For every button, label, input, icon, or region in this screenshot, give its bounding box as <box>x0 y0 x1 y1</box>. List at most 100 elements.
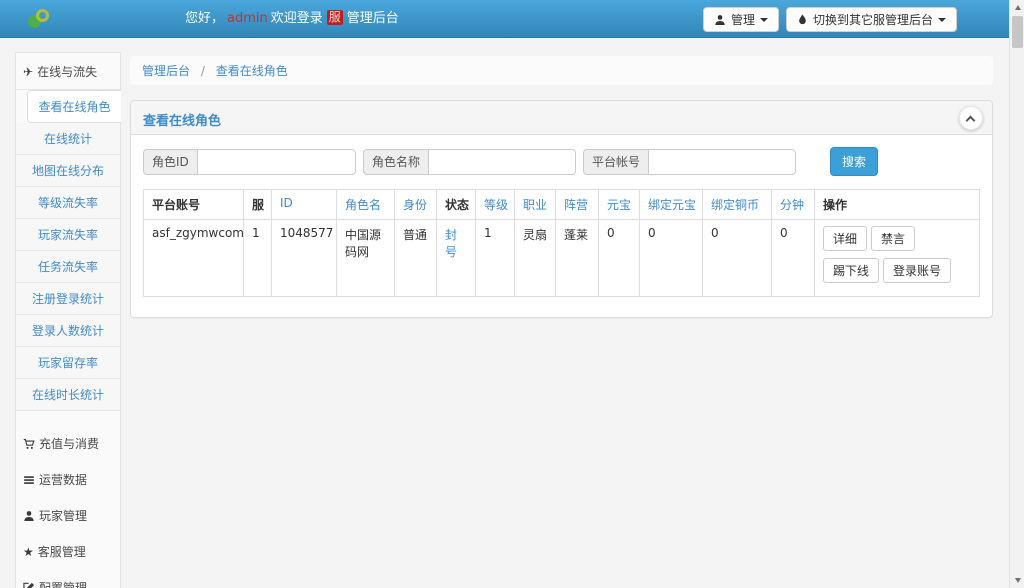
breadcrumb-root-link[interactable]: 管理后台 <box>142 64 190 78</box>
platform-account-input[interactable] <box>648 149 796 175</box>
sidebar: ✈ 在线与流失 查看在线角色 在线统计 地图在线分布 等级流失率 玩家流失率 任… <box>15 52 121 588</box>
cell-minutes: 0 <box>772 220 815 297</box>
panel-title: 查看在线角色 <box>143 114 221 129</box>
sidebar-section-operation-data[interactable]: 运营数据 <box>16 461 120 497</box>
online-roles-panel: 查看在线角色 角色ID 角色名称 平台帐号 <box>130 100 993 318</box>
panel-heading: 查看在线角色 <box>131 101 992 135</box>
online-roles-table: 平台账号 服 ID 角色名 身份 状态 等级 职业 阵营 元宝 绑定元宝 绑定铜… <box>143 189 980 297</box>
triangle-down-icon <box>1015 578 1021 583</box>
role-name-input[interactable] <box>428 149 576 175</box>
col-minutes-sort[interactable]: 分钟 <box>772 190 815 220</box>
col-role-name-sort[interactable]: 角色名 <box>337 190 395 220</box>
edit-icon <box>23 582 35 588</box>
sidebar-section-recharge[interactable]: 充值与消费 <box>16 425 120 461</box>
sidebar-item-online-stats[interactable]: 在线统计 <box>16 123 120 155</box>
sidebar-item-map-distribution[interactable]: 地图在线分布 <box>16 155 120 187</box>
username-text: admin <box>227 11 268 26</box>
col-platform-account: 平台账号 <box>144 190 244 220</box>
sidebar-section-config-management[interactable]: 配置管理 <box>16 569 120 588</box>
cell-bound-copper: 0 <box>703 220 772 297</box>
col-actions: 操作 <box>815 190 980 220</box>
cell-id: 1048577 <box>272 220 337 297</box>
sidebar-section-label: 配置管理 <box>39 579 87 588</box>
chevron-up-icon <box>966 116 976 126</box>
cell-platform-account: asf_zgymwcom <box>144 220 244 297</box>
breadcrumb: 管理后台 / 查看在线角色 <box>130 56 993 85</box>
col-server: 服 <box>244 190 272 220</box>
table-header-row: 平台账号 服 ID 角色名 身份 状态 等级 职业 阵营 元宝 绑定元宝 绑定铜… <box>144 190 980 220</box>
login-account-button[interactable]: 登录账号 <box>883 258 951 283</box>
role-id-label: 角色ID <box>143 149 197 175</box>
scrollbar-thumb[interactable] <box>1012 16 1023 48</box>
platform-account-field-group: 平台帐号 <box>583 149 796 175</box>
breadcrumb-current-link[interactable]: 查看在线角色 <box>216 64 288 78</box>
search-form: 角色ID 角色名称 平台帐号 搜索 <box>143 147 980 176</box>
col-faction-sort[interactable]: 阵营 <box>556 190 599 220</box>
cell-status: 封号 <box>437 220 476 297</box>
switch-server-label: 切换到其它服管理后台 <box>813 11 933 28</box>
main-content: 管理后台 / 查看在线角色 查看在线角色 角色ID 角色名称 <box>130 56 993 318</box>
sidebar-item-login-count-stats[interactable]: 登录人数统计 <box>16 315 120 347</box>
sidebar-section-player-management[interactable]: 玩家管理 <box>16 497 120 533</box>
sidebar-section-online[interactable]: ✈ 在线与流失 <box>16 53 120 89</box>
admin-menu-label: 管理 <box>731 11 755 28</box>
cell-server: 1 <box>244 220 272 297</box>
kick-offline-button[interactable]: 踢下线 <box>823 258 879 283</box>
sidebar-item-player-retention[interactable]: 玩家留存率 <box>16 347 120 379</box>
role-id-input[interactable] <box>197 149 356 175</box>
switch-server-button[interactable]: 切换到其它服管理后台 <box>786 7 957 32</box>
mute-button[interactable]: 禁言 <box>871 226 915 251</box>
platform-account-label: 平台帐号 <box>583 149 648 175</box>
col-yuanbao-sort[interactable]: 元宝 <box>599 190 640 220</box>
welcome-prefix: 您好， <box>185 11 224 26</box>
col-id-sort[interactable]: ID <box>272 190 337 220</box>
scrollbar-up-arrow[interactable] <box>1010 0 1024 15</box>
panel-collapse-button[interactable] <box>959 106 983 130</box>
panel-body: 角色ID 角色名称 平台帐号 搜索 <box>131 135 992 317</box>
game-admin-dashboard: 您好，admin欢迎登录服管理后台 管理 切换到其它服管理后台 ✈ 在线与流失 … <box>0 0 1024 588</box>
cell-yuanbao: 0 <box>599 220 640 297</box>
col-status: 状态 <box>437 190 476 220</box>
sidebar-item-level-churn[interactable]: 等级流失率 <box>16 187 120 219</box>
col-bound-yuanbao-sort[interactable]: 绑定元宝 <box>640 190 703 220</box>
cell-faction: 蓬莱 <box>556 220 599 297</box>
cart-icon <box>23 438 35 450</box>
triangle-up-icon <box>1015 5 1021 10</box>
cell-level: 1 <box>476 220 515 297</box>
role-name-label: 角色名称 <box>363 149 428 175</box>
sidebar-item-register-login-stats[interactable]: 注册登录统计 <box>16 283 120 315</box>
sidebar-section-label: 在线与流失 <box>37 63 97 80</box>
sidebar-section-label: 运营数据 <box>39 471 87 488</box>
server-badge: 服 <box>327 10 343 25</box>
ban-account-link[interactable]: 封号 <box>445 228 457 259</box>
sidebar-section-label: 充值与消费 <box>39 435 99 452</box>
breadcrumb-separator: / <box>201 64 205 78</box>
sidebar-item-online-duration-stats[interactable]: 在线时长统计 <box>16 379 120 411</box>
welcome-suffix: 管理后台 <box>347 11 399 26</box>
role-name-field-group: 角色名称 <box>363 149 576 175</box>
user-icon <box>23 510 35 522</box>
sidebar-item-player-churn[interactable]: 玩家流失率 <box>16 219 120 251</box>
cell-role-name: 中国源码网 <box>337 220 395 297</box>
sidebar-menu: 查看在线角色 在线统计 地图在线分布 等级流失率 玩家流失率 任务流失率 注册登… <box>16 89 120 411</box>
cell-actions: 详细禁言踢下线登录账号 <box>815 220 980 297</box>
sidebar-item-view-online-roles[interactable]: 查看在线角色 <box>27 90 121 123</box>
sidebar-section-label: 客服管理 <box>38 543 86 560</box>
page-scrollbar[interactable] <box>1009 0 1024 588</box>
col-bound-copper-sort[interactable]: 绑定铜币 <box>703 190 772 220</box>
col-profession-sort[interactable]: 职业 <box>515 190 556 220</box>
col-identity-sort[interactable]: 身份 <box>395 190 437 220</box>
sidebar-section-customer-service[interactable]: ★ 客服管理 <box>16 533 120 569</box>
admin-menu-button[interactable]: 管理 <box>703 7 779 32</box>
app-logo[interactable] <box>28 7 54 31</box>
droplet-icon <box>797 13 808 26</box>
scrollbar-down-arrow[interactable] <box>1010 573 1024 588</box>
detail-button[interactable]: 详细 <box>823 226 867 251</box>
sidebar-item-task-churn[interactable]: 任务流失率 <box>16 251 120 283</box>
sidebar-section-label: 玩家管理 <box>39 507 87 524</box>
search-button[interactable]: 搜索 <box>830 147 878 176</box>
col-level-sort[interactable]: 等级 <box>476 190 515 220</box>
cell-bound-yuanbao: 0 <box>640 220 703 297</box>
table-row: asf_zgymwcom 1 1048577 中国源码网 普通 封号 1 灵扇 … <box>144 220 980 297</box>
logo-ring-shape <box>36 9 49 22</box>
